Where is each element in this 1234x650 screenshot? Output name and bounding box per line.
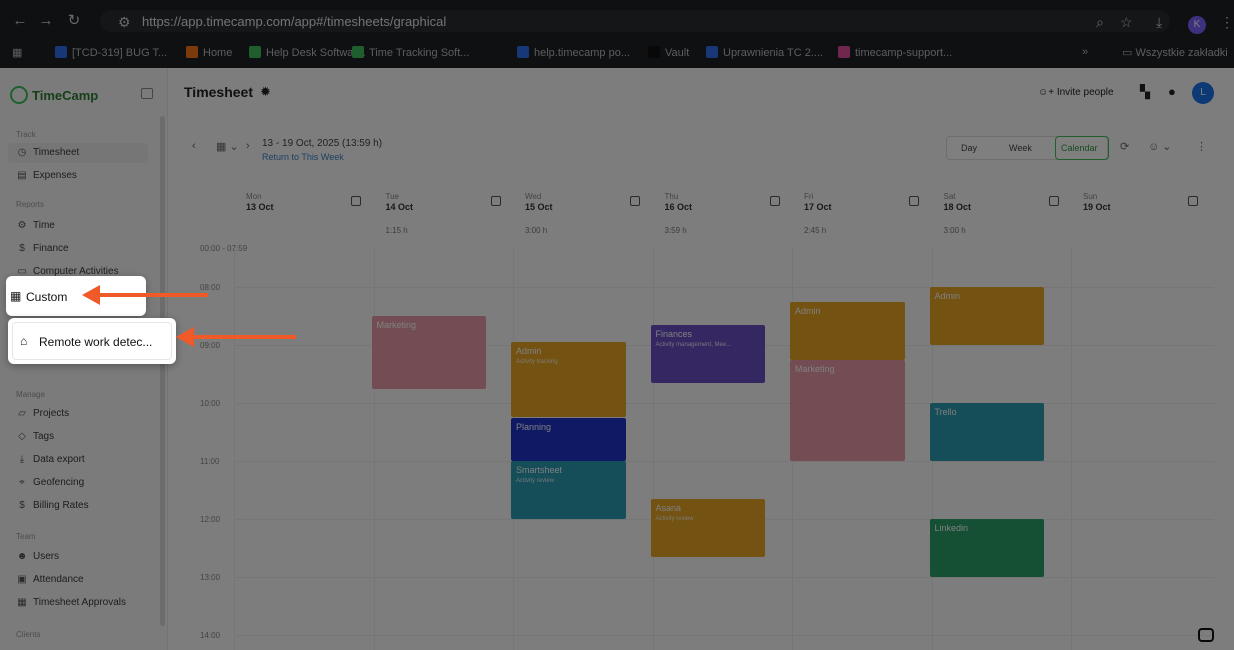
custom-report-icon: ▦ bbox=[10, 289, 22, 303]
remote-work-label: Remote work detec... bbox=[39, 335, 153, 349]
arrow-to-custom bbox=[98, 293, 208, 297]
remote-work-item[interactable]: ⌂ Remote work detec... bbox=[12, 322, 172, 360]
remote-work-icon: ⌂ bbox=[20, 334, 28, 348]
remote-work-popup[interactable]: ⌂ Remote work detec... bbox=[8, 318, 176, 364]
dim-overlay bbox=[0, 0, 1234, 650]
custom-label: Custom bbox=[26, 290, 68, 304]
arrow-head-custom bbox=[82, 285, 100, 305]
arrow-head-remote bbox=[176, 327, 194, 347]
arrow-to-remote bbox=[192, 335, 296, 339]
